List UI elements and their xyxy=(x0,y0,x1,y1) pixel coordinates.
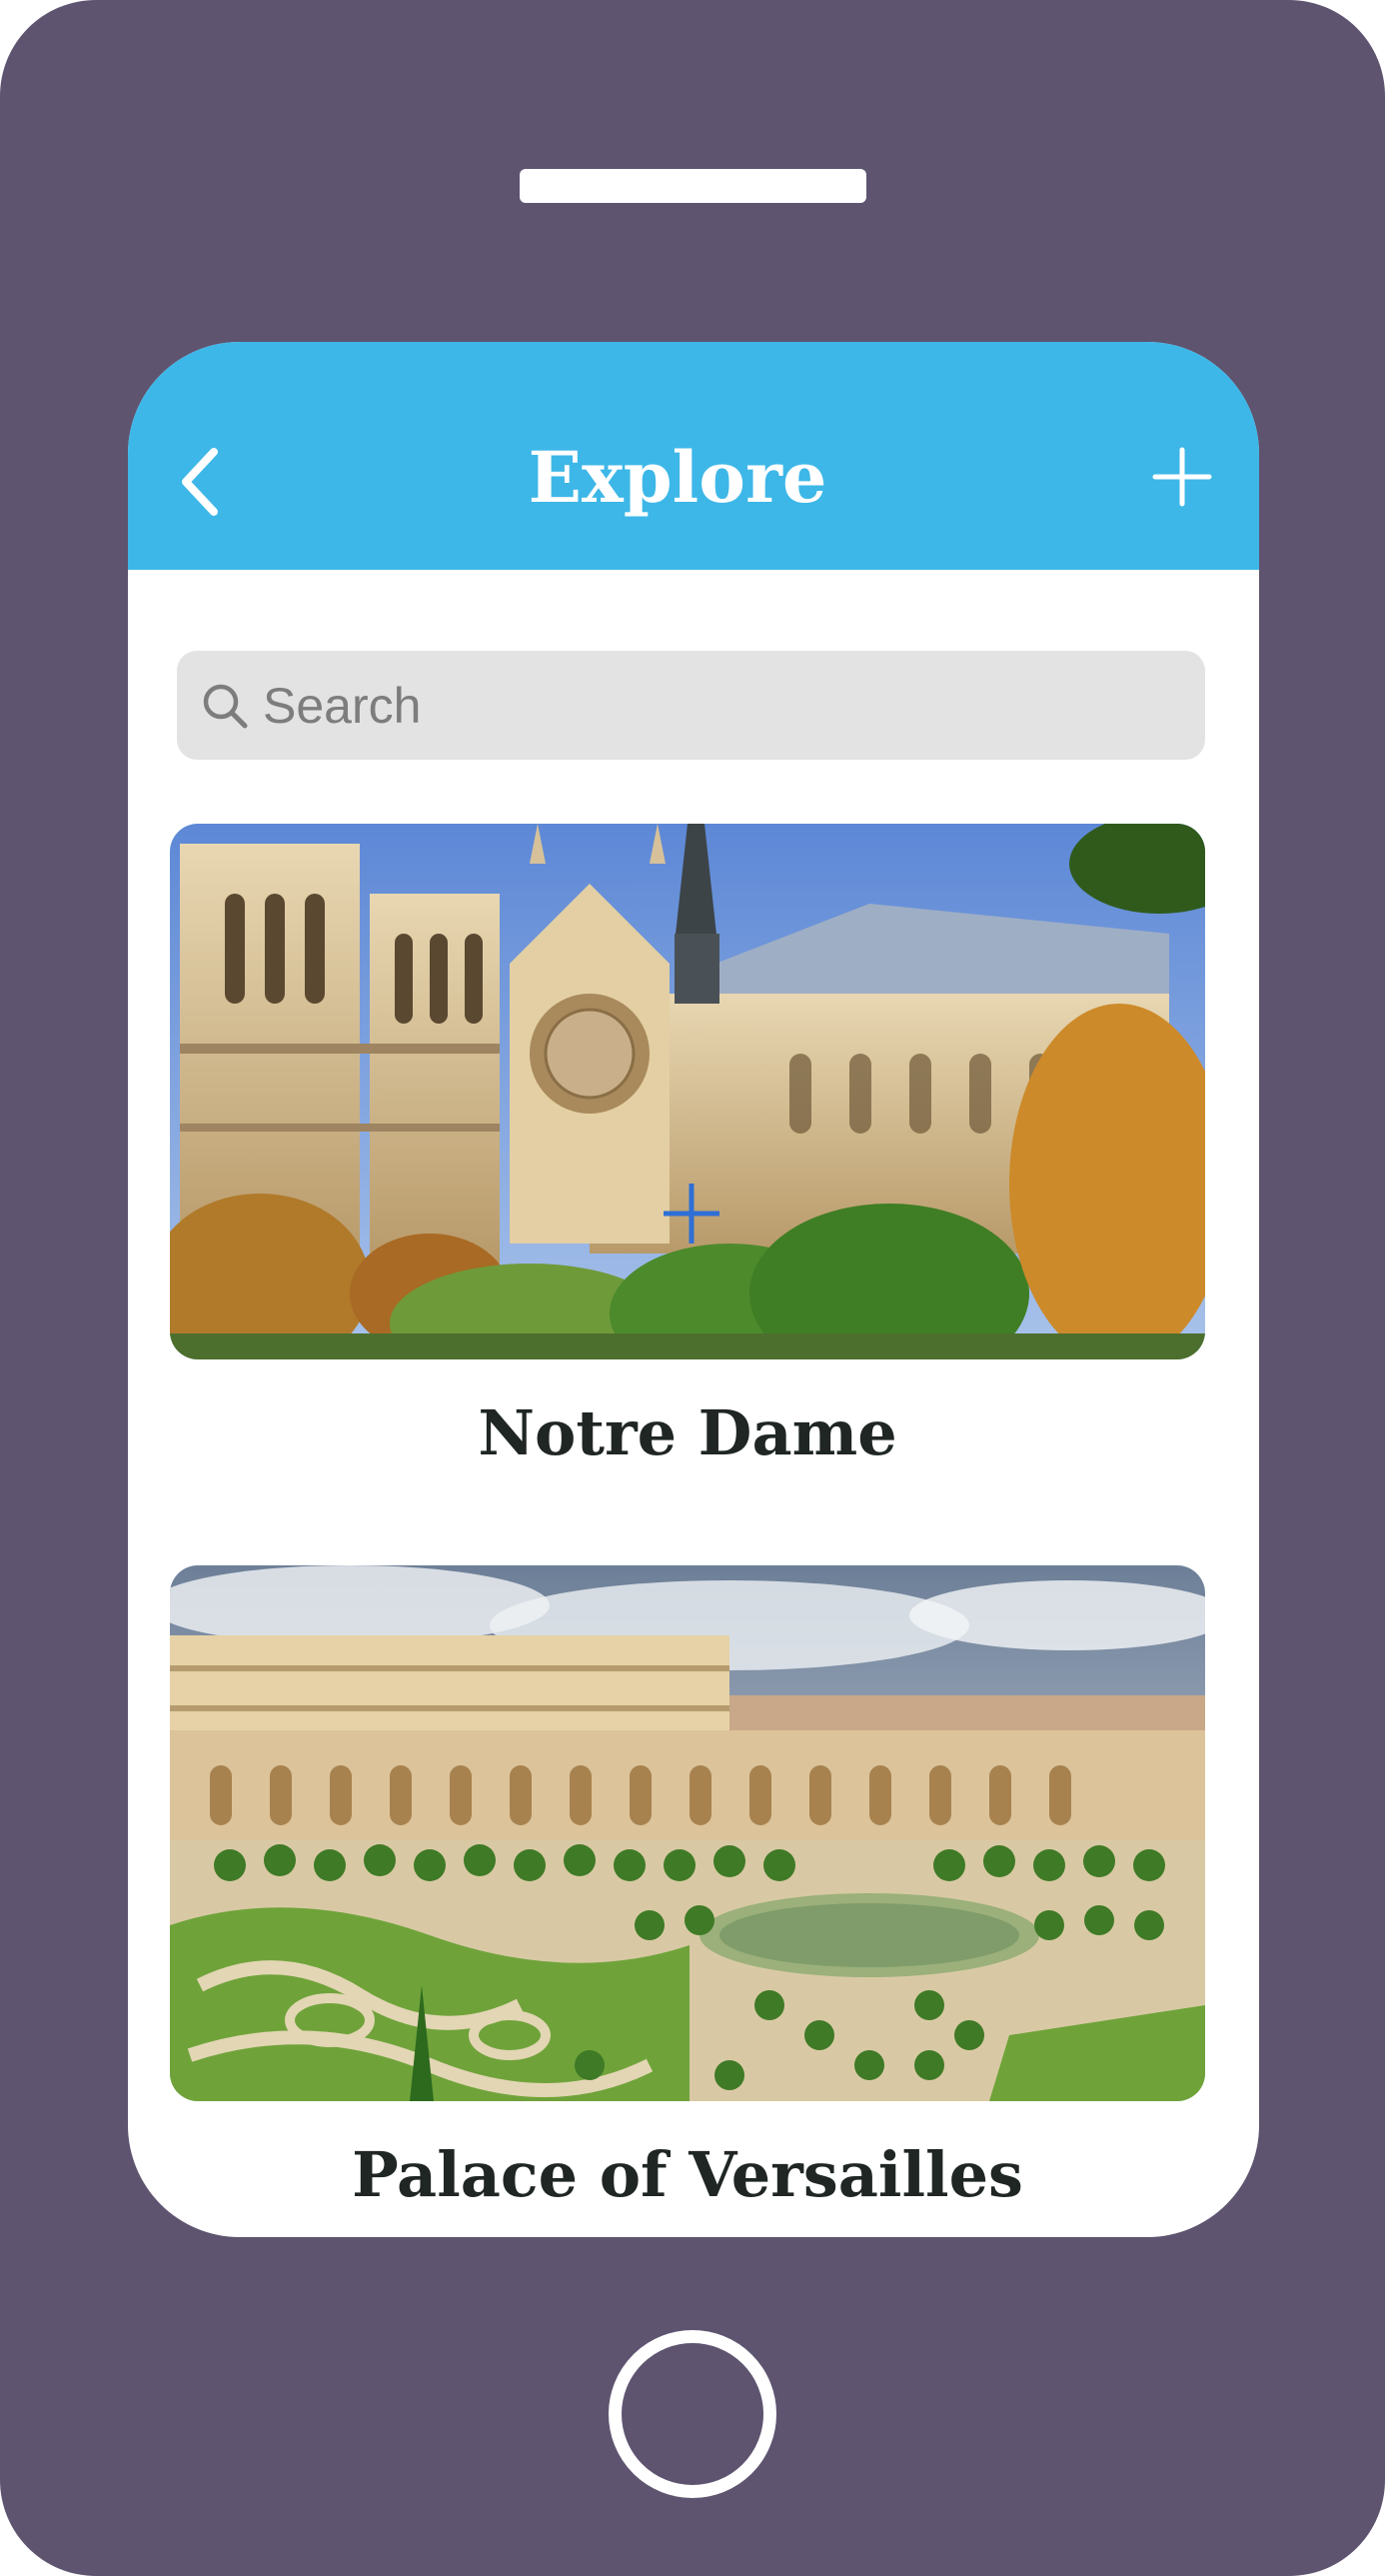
home-button-icon[interactable] xyxy=(609,2330,776,2498)
speaker-grille xyxy=(520,169,866,203)
place-card-versailles[interactable]: Palace of Versailles xyxy=(170,1565,1205,2211)
search-bar[interactable] xyxy=(177,651,1205,760)
page-title: Explore xyxy=(528,436,827,519)
nav-header: Explore xyxy=(128,342,1259,570)
app-screen: Explore Search Notre Dame Palace of Vers… xyxy=(128,342,1259,2237)
search-input[interactable] xyxy=(263,676,1162,735)
place-name: Palace of Versailles xyxy=(352,2138,1023,2211)
place-card-notre-dame[interactable]: Notre Dame xyxy=(170,824,1205,1469)
notre-dame-image xyxy=(170,824,1205,1359)
place-name: Notre Dame xyxy=(478,1396,897,1469)
plus-icon xyxy=(1152,447,1212,507)
phone-frame: Explore Search Notre Dame Palace of Vers… xyxy=(0,0,1385,2576)
search-icon xyxy=(203,684,248,728)
versailles-image xyxy=(170,1565,1205,2101)
add-button[interactable] xyxy=(1147,442,1217,512)
